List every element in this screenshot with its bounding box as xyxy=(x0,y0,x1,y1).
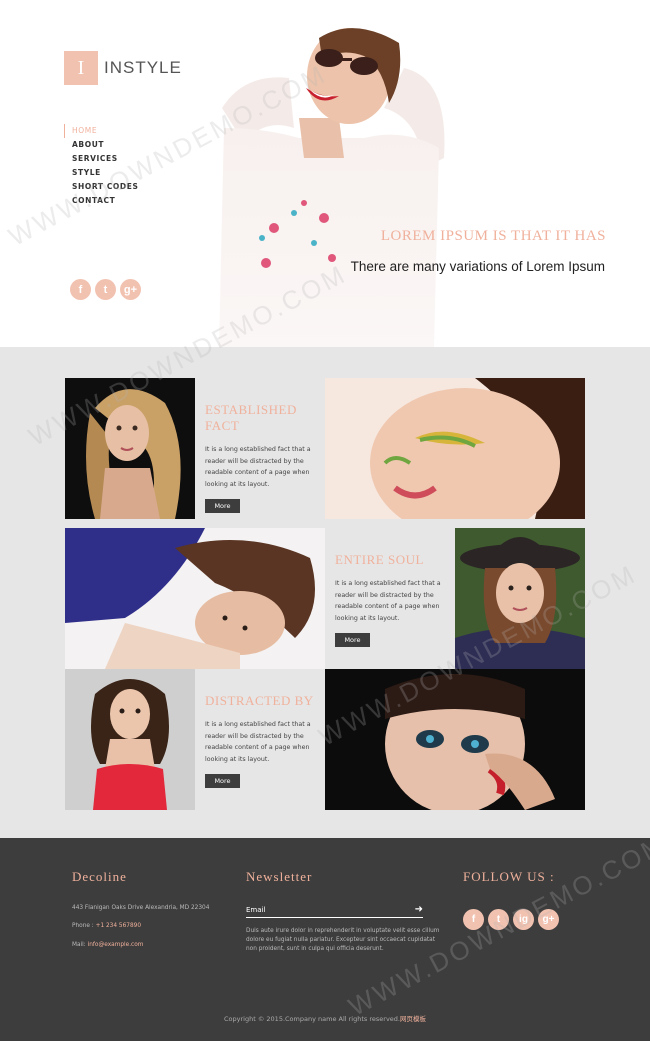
hero-title: LOREM IPSUM IS THAT IT HAS xyxy=(380,228,606,244)
footer-phone: Phone : +1 234 567890 xyxy=(72,922,141,931)
newsletter-text: Duis aute irure dolor in reprehenderit i… xyxy=(246,928,440,952)
gallery-section: ESTABLISHED FACT It is a long establishe… xyxy=(0,347,650,838)
hero-subtitle: There are many variations of Lorem Ipsum xyxy=(350,259,605,274)
nav-item-contact[interactable]: CONTACT xyxy=(64,194,138,208)
block-text: It is a long established fact that a rea… xyxy=(335,580,441,622)
nav-item-about[interactable]: ABOUT xyxy=(64,138,138,152)
logo-mark: I xyxy=(64,51,98,85)
nav-item-services[interactable]: SERVICES xyxy=(64,152,138,166)
gallery-text-block-3: DISTRACTED BY It is a long established f… xyxy=(195,669,325,810)
nav-item-home[interactable]: HOME xyxy=(64,124,138,138)
block-title: ESTABLISHED FACT xyxy=(205,402,297,433)
nav-item-style[interactable]: STYLE xyxy=(64,166,138,180)
more-button[interactable]: More xyxy=(335,633,370,647)
block-title: ENTIRE SOUL xyxy=(335,552,424,567)
facebook-icon[interactable]: f xyxy=(463,909,484,930)
header: I INSTYLE HOME ABOUT SERVICES STYLE SHOR… xyxy=(0,0,650,347)
mail-label: Mail: xyxy=(72,942,86,948)
mail-link[interactable]: info@example.com xyxy=(88,942,144,948)
footer-social: f t ig g+ xyxy=(463,909,559,930)
phone-number[interactable]: +1 234 567890 xyxy=(96,923,141,929)
gallery-photo-makeup xyxy=(325,378,585,519)
logo-text: INSTYLE xyxy=(104,58,182,77)
main-nav: HOME ABOUT SERVICES STYLE SHORT CODES CO… xyxy=(64,124,138,208)
gallery-photo-hat xyxy=(455,528,585,669)
newsletter-form: ➜ xyxy=(246,902,423,918)
header-social: f t g+ xyxy=(70,279,141,300)
footer-mail: Mail: info@example.com xyxy=(72,941,143,950)
more-button[interactable]: More xyxy=(205,499,240,513)
gallery-text-block-2: ENTIRE SOUL It is a long established fac… xyxy=(325,528,455,669)
submit-arrow-icon[interactable]: ➜ xyxy=(415,904,423,915)
gallery-photo-dark-makeup xyxy=(325,669,585,810)
more-button[interactable]: More xyxy=(205,774,240,788)
google-plus-icon[interactable]: g+ xyxy=(120,279,141,300)
gallery-photo-lying xyxy=(65,528,325,669)
newsletter-email-input[interactable] xyxy=(246,905,396,914)
twitter-icon[interactable]: t xyxy=(95,279,116,300)
footer-heading-brand: Decoline xyxy=(72,869,127,884)
instagram-icon[interactable]: ig xyxy=(513,909,534,930)
gallery-photo-blonde xyxy=(65,378,195,519)
facebook-icon[interactable]: f xyxy=(70,279,91,300)
gallery-photo-red-dress xyxy=(65,669,195,810)
gallery-text-block-1: ESTABLISHED FACT It is a long establishe… xyxy=(195,378,325,519)
copyright-text: Copyright © 2015.Company name All rights… xyxy=(224,1015,400,1023)
copyright-link[interactable]: 网页模板 xyxy=(400,1015,426,1023)
block-text: It is a long established fact that a rea… xyxy=(205,446,311,488)
block-text: It is a long established fact that a rea… xyxy=(205,721,311,763)
copyright: Copyright © 2015.Company name All rights… xyxy=(0,1013,650,1023)
footer-heading-newsletter: Newsletter xyxy=(246,869,313,884)
phone-label: Phone : xyxy=(72,923,94,929)
block-title: DISTRACTED BY xyxy=(205,693,314,708)
nav-item-short-codes[interactable]: SHORT CODES xyxy=(64,180,138,194)
footer-address: 443 Flanigan Oaks Drive Alexandria, MD 2… xyxy=(72,905,210,911)
google-plus-icon[interactable]: g+ xyxy=(538,909,559,930)
logo[interactable]: I INSTYLE xyxy=(64,51,182,85)
hero-image xyxy=(219,28,445,347)
twitter-icon[interactable]: t xyxy=(488,909,509,930)
footer-heading-follow: FOLLOW US : xyxy=(463,869,555,884)
